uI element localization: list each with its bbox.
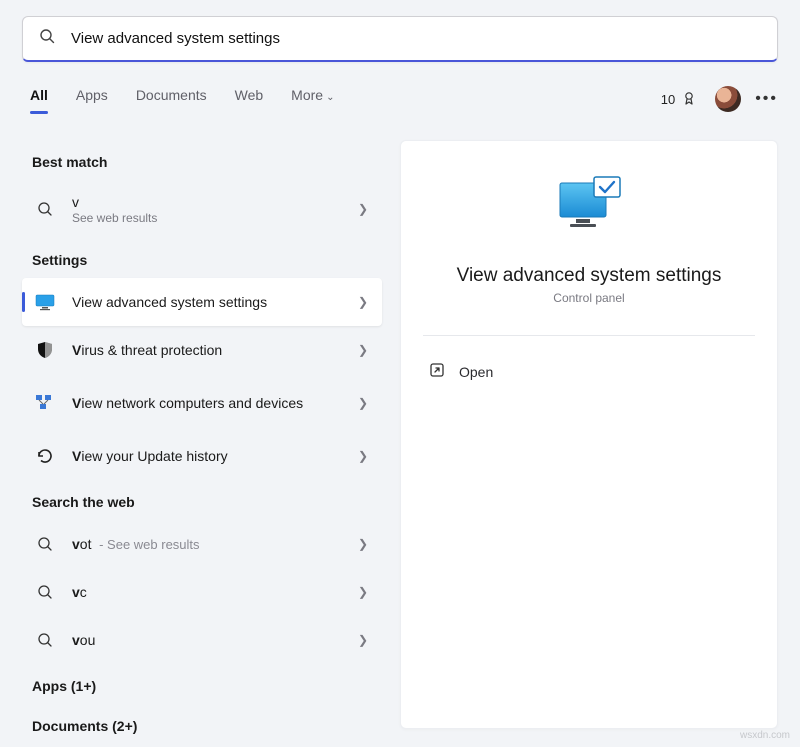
section-apps-more[interactable]: Apps (1+): [22, 664, 382, 704]
chevron-right-icon: ❯: [358, 295, 368, 309]
search-icon: [32, 531, 58, 557]
results-column: Best match v See web results ❯ Settings …: [22, 140, 382, 744]
result-title: View your Update history: [72, 448, 350, 464]
refresh-icon: [32, 443, 58, 469]
chevron-right-icon: ❯: [358, 537, 368, 551]
chevron-right-icon: ❯: [358, 202, 368, 216]
result-title: vot - See web results: [72, 536, 350, 552]
result-view-update-history[interactable]: View your Update history ❯: [22, 432, 382, 480]
search-icon: [32, 196, 58, 222]
section-settings: Settings: [22, 238, 382, 278]
result-title: View advanced system settings: [72, 294, 350, 310]
chevron-right-icon: ❯: [358, 449, 368, 463]
detail-subtitle: Control panel: [427, 291, 751, 305]
chevron-right-icon: ❯: [358, 585, 368, 599]
filter-tabs: All Apps Documents Web More⌄: [30, 87, 334, 111]
avatar[interactable]: [715, 86, 741, 112]
result-title: vou: [72, 632, 350, 648]
search-icon: [32, 579, 58, 605]
network-icon: [32, 390, 58, 416]
result-title: v: [72, 194, 350, 210]
open-label: Open: [459, 364, 493, 380]
result-title: View network computers and devices: [72, 395, 350, 411]
tab-more[interactable]: More⌄: [291, 87, 334, 111]
more-options-button[interactable]: •••: [755, 90, 778, 108]
result-title: vc: [72, 584, 350, 600]
result-subtitle: See web results: [72, 211, 350, 225]
monitor-icon: [32, 289, 58, 315]
detail-icon: [427, 175, 751, 241]
watermark: wsxdn.com: [740, 730, 790, 741]
chevron-right-icon: ❯: [358, 633, 368, 647]
open-action[interactable]: Open: [427, 350, 751, 394]
result-virus-threat-protection[interactable]: Virus & threat protection ❯: [22, 326, 382, 374]
result-best-match[interactable]: v See web results ❯: [22, 180, 382, 238]
rewards-counter[interactable]: 10: [661, 90, 697, 109]
tab-apps[interactable]: Apps: [76, 87, 108, 111]
result-title: Virus & threat protection: [72, 342, 350, 358]
chevron-down-icon: ⌄: [326, 92, 334, 103]
section-search-web: Search the web: [22, 480, 382, 520]
result-web-vmou[interactable]: vou ❯: [22, 616, 382, 664]
result-web-vlc[interactable]: vc ❯: [22, 568, 382, 616]
search-bar[interactable]: [22, 16, 778, 62]
result-view-advanced-system-settings[interactable]: View advanced system settings ❯: [22, 278, 382, 326]
tab-more-label: More: [291, 87, 323, 103]
result-web-voot[interactable]: vot - See web results ❯: [22, 520, 382, 568]
section-best-match: Best match: [22, 140, 382, 180]
detail-panel: View advanced system settings Control pa…: [400, 140, 778, 729]
open-icon: [429, 362, 445, 383]
tab-web[interactable]: Web: [235, 87, 264, 111]
tab-documents[interactable]: Documents: [136, 87, 207, 111]
search-icon: [39, 28, 55, 49]
search-input[interactable]: [69, 29, 761, 48]
search-icon: [32, 627, 58, 653]
filter-row: All Apps Documents Web More⌄ 10 •••: [30, 82, 778, 116]
divider: [423, 335, 755, 336]
tab-all[interactable]: All: [30, 87, 48, 111]
chevron-right-icon: ❯: [358, 343, 368, 357]
section-documents-more[interactable]: Documents (2+): [22, 704, 382, 744]
detail-title: View advanced system settings: [427, 265, 751, 287]
medal-icon: [681, 90, 697, 109]
chevron-right-icon: ❯: [358, 396, 368, 410]
result-view-network-computers[interactable]: View network computers and devices ❯: [22, 374, 382, 432]
rewards-count: 10: [661, 92, 675, 107]
shield-icon: [32, 337, 58, 363]
